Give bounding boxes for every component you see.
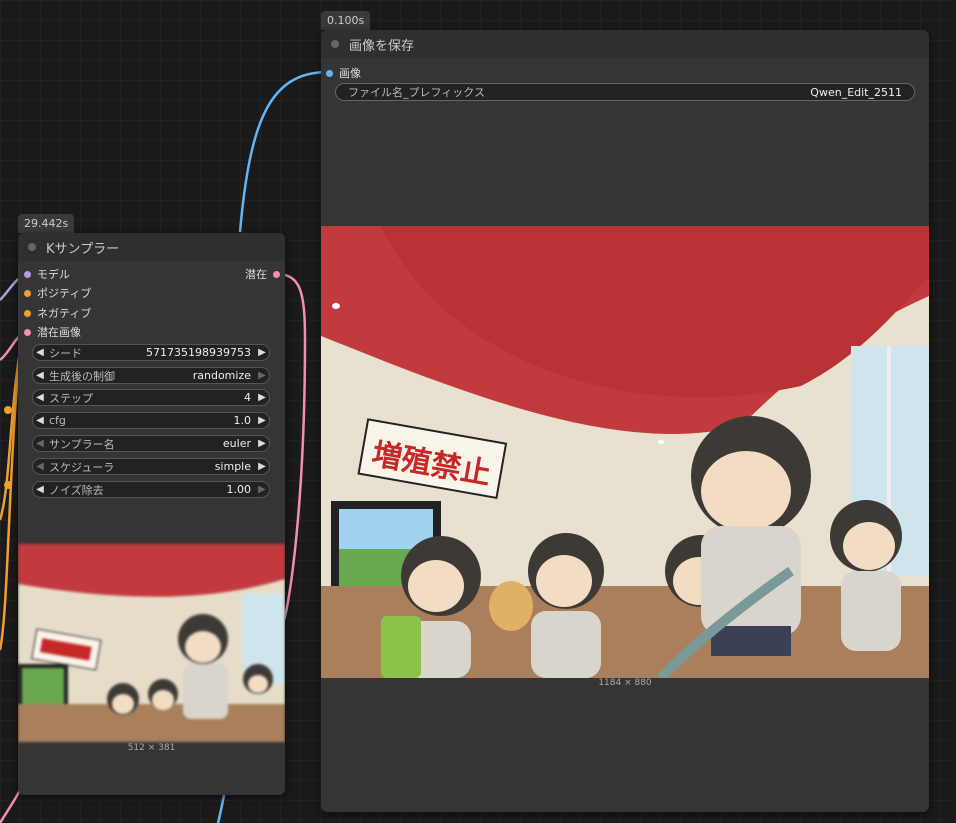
latent-dimensions: 512 × 381: [127, 743, 176, 753]
increment-arrow-icon[interactable]: ▶: [255, 392, 269, 403]
widget-value: 1.0: [233, 414, 252, 427]
image-dimensions: 1184 × 880: [598, 678, 652, 688]
input-label: ネガティブ: [37, 307, 92, 320]
increment-arrow-icon[interactable]: ▶: [255, 461, 269, 472]
latent-preview-image: [18, 544, 285, 742]
save-image-timing: 0.100s: [321, 11, 371, 30]
wire-pink-lower: [0, 789, 22, 823]
decrement-arrow-icon[interactable]: ◀: [33, 484, 47, 495]
widget-value: euler: [222, 437, 251, 450]
sampler-name-widget[interactable]: ◀ サンプラー名 euler ▶: [32, 435, 270, 452]
output-slot-latent[interactable]: 潜在: [245, 266, 280, 282]
save-image-title-bar[interactable]: 画像を保存: [321, 30, 929, 58]
reroute-dot: [4, 406, 12, 414]
input-slot-negative[interactable]: ネガティブ: [24, 305, 91, 321]
widget-value: 571735198939753: [146, 346, 251, 359]
increment-arrow-icon[interactable]: ▶: [255, 415, 269, 426]
filename-prefix-field[interactable]: ファイル名_プレフィックス Qwen_Edit_2511: [335, 83, 915, 101]
increment-arrow-icon[interactable]: ▶: [255, 347, 269, 358]
denoise-widget[interactable]: ◀ ノイズ除去 1.00 ▶: [32, 481, 270, 498]
input-dot-icon[interactable]: [326, 69, 333, 77]
scheduler-widget[interactable]: ◀ スケジューラ simple ▶: [32, 458, 270, 475]
decrement-arrow-icon[interactable]: ◀: [33, 347, 47, 358]
input-dot-icon[interactable]: [24, 328, 31, 336]
decrement-arrow-icon[interactable]: ◀: [33, 370, 47, 381]
increment-arrow-icon[interactable]: ▶: [255, 370, 269, 381]
widget-value: simple: [214, 460, 251, 473]
input-label: モデル: [37, 268, 70, 281]
seed-widget[interactable]: ◀ シード 571735198939753 ▶: [32, 344, 270, 361]
input-slot-image[interactable]: 画像: [326, 65, 361, 81]
decrement-arrow-icon[interactable]: ◀: [33, 415, 47, 426]
widget-label: ステップ: [49, 391, 93, 405]
input-dot-icon[interactable]: [24, 309, 31, 317]
widget-label: ノイズ除去: [49, 483, 104, 497]
save-image-title: 画像を保存: [349, 38, 415, 54]
generated-image: 増殖禁止: [321, 226, 929, 678]
widget-label: cfg: [49, 414, 66, 427]
ksampler-node[interactable]: Kサンプラー モデル ポジティブ ネガティブ 潜在画像 潜在 ◀ シード 571…: [18, 233, 285, 795]
increment-arrow-icon[interactable]: ▶: [255, 438, 269, 449]
widget-value: 4: [244, 391, 251, 404]
cfg-widget[interactable]: ◀ cfg 1.0 ▶: [32, 412, 270, 429]
collapse-dot-icon[interactable]: [331, 40, 339, 48]
input-slot-positive[interactable]: ポジティブ: [24, 285, 91, 301]
latent-preview[interactable]: [18, 544, 285, 742]
output-dot-icon[interactable]: [273, 270, 280, 278]
decrement-arrow-icon[interactable]: ◀: [33, 438, 47, 449]
input-dot-icon[interactable]: [24, 289, 31, 297]
steps-widget[interactable]: ◀ ステップ 4 ▶: [32, 389, 270, 406]
wire-image-to-save: [238, 70, 329, 233]
input-slot-latent-image[interactable]: 潜在画像: [24, 324, 81, 340]
input-label: 潜在画像: [37, 326, 81, 339]
ksampler-title: Kサンプラー: [46, 241, 120, 257]
decrement-arrow-icon[interactable]: ◀: [33, 461, 47, 472]
widget-value: 1.00: [226, 483, 252, 496]
widget-label: 生成後の制御: [49, 369, 115, 383]
widget-label: サンプラー名: [49, 437, 115, 451]
output-label: 潜在: [245, 268, 267, 281]
input-slot-model[interactable]: モデル: [24, 266, 70, 282]
widget-label: スケジューラ: [49, 460, 115, 474]
ksampler-timing: 29.442s: [18, 214, 75, 233]
input-dot-icon[interactable]: [24, 270, 31, 278]
ksampler-title-bar[interactable]: Kサンプラー: [18, 233, 285, 261]
widget-label: シード: [49, 346, 82, 360]
widget-value: randomize: [192, 369, 251, 382]
filename-prefix-label: ファイル名_プレフィックス: [348, 86, 485, 99]
save-image-node[interactable]: 画像を保存 画像 ファイル名_プレフィックス Qwen_Edit_2511 増殖…: [321, 30, 929, 812]
collapse-dot-icon[interactable]: [28, 243, 36, 251]
increment-arrow-icon[interactable]: ▶: [255, 484, 269, 495]
control-after-generate-widget[interactable]: ◀ 生成後の制御 randomize ▶: [32, 367, 270, 384]
image-preview[interactable]: 増殖禁止: [321, 226, 929, 678]
input-label: ポジティブ: [37, 287, 92, 300]
filename-prefix-value: Qwen_Edit_2511: [810, 85, 902, 99]
input-label-image: 画像: [339, 67, 361, 80]
reroute-dot: [4, 481, 12, 489]
decrement-arrow-icon[interactable]: ◀: [33, 392, 47, 403]
